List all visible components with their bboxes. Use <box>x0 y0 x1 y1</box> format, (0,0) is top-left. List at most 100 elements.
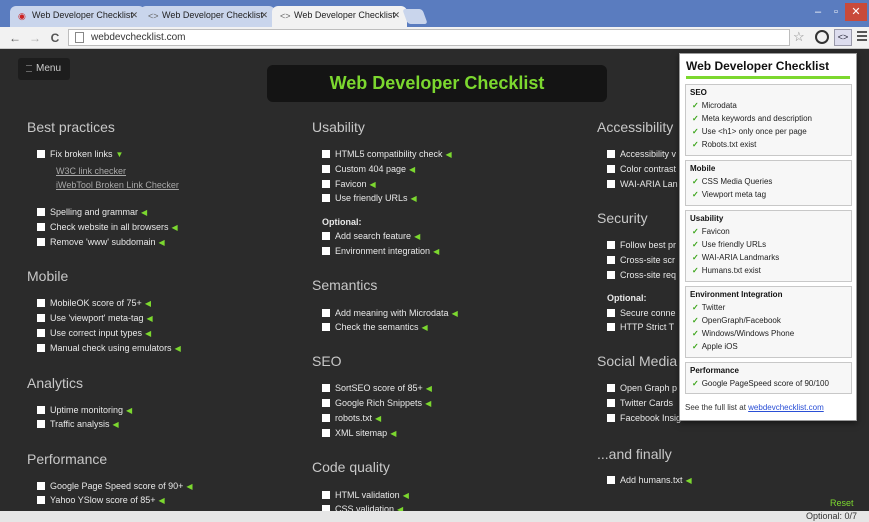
checklist-item[interactable]: Follow best pr <box>607 239 676 251</box>
checklist-item[interactable]: Accessibility v <box>607 148 676 160</box>
checklist-item[interactable]: Google Rich Snippets ◀ <box>322 397 431 409</box>
close-window-button[interactable]: ✕ <box>845 3 867 21</box>
resource-link[interactable]: W3C link checker <box>56 166 126 176</box>
popup-footer-text: See the full list at <box>685 403 746 412</box>
expand-arrow-icon[interactable]: ◀ <box>370 180 376 189</box>
expand-arrow-icon[interactable]: ◀ <box>452 309 458 318</box>
checklist-item[interactable]: Twitter Cards <box>607 397 673 409</box>
checklist-item[interactable]: Traffic analysis ◀ <box>37 418 119 430</box>
expand-arrow-icon[interactable]: ◀ <box>403 491 409 500</box>
menu-button[interactable]: Menu <box>18 58 70 80</box>
checklist-item-optional[interactable]: HTTP Strict T <box>607 321 674 333</box>
checklist-item[interactable]: Favicon ◀ <box>322 178 376 190</box>
expand-arrow-icon[interactable]: ◀ <box>141 208 147 217</box>
checkmark-icon: ✓ <box>692 114 699 123</box>
checklist-item[interactable]: Color contrast <box>607 163 676 175</box>
browser-tab[interactable]: <> Web Developer Checklist ✕ <box>140 6 275 27</box>
address-bar[interactable]: webdevchecklist.com <box>68 29 790 46</box>
expand-arrow-icon[interactable]: ◀ <box>186 482 192 491</box>
checklist-item[interactable]: HTML validation ◀ <box>322 489 409 501</box>
minimize-button[interactable]: – <box>810 3 826 21</box>
maximize-button[interactable]: ▫ <box>828 3 844 21</box>
resource-link[interactable]: iWebTool Broken Link Checker <box>56 180 179 190</box>
checklist-item[interactable]: XML sitemap ◀ <box>322 427 396 439</box>
checklist-item[interactable]: Spelling and grammar ◀ <box>37 206 147 218</box>
bookmark-star-icon[interactable]: ☆ <box>793 29 805 45</box>
popup-title: Web Developer Checklist <box>686 59 830 73</box>
expand-arrow-icon[interactable]: ◀ <box>175 344 181 353</box>
expand-arrow-icon[interactable]: ◀ <box>411 194 417 203</box>
tab-title: Web Developer Checklist <box>294 10 395 20</box>
reload-icon[interactable]: C <box>48 30 62 46</box>
checklist-item[interactable]: MobileOK score of 75+ ◀ <box>37 297 151 309</box>
checklist-item[interactable]: Manual check using emulators ◀ <box>37 342 181 354</box>
tab-close-icon[interactable]: ✕ <box>260 10 268 21</box>
checklist-item[interactable]: Yahoo YSlow score of 85+ ◀ <box>37 494 165 506</box>
checklist-item[interactable]: Uptime monitoring ◀ <box>37 404 132 416</box>
expand-arrow-icon[interactable]: ◀ <box>414 232 420 241</box>
expand-arrow-icon[interactable]: ◀ <box>390 429 396 438</box>
expand-arrow-icon[interactable]: ◀ <box>433 247 439 256</box>
checklist-extension-icon[interactable]: <> <box>834 29 852 46</box>
new-tab-button[interactable] <box>402 9 428 24</box>
checklist-item-optional[interactable]: Environment integration ◀ <box>322 245 439 257</box>
expand-arrow-icon[interactable]: ◀ <box>158 238 164 247</box>
browser-menu-icon[interactable] <box>857 31 867 43</box>
tab-close-icon[interactable]: ✕ <box>130 10 138 21</box>
browser-toolbar: ← → C webdevchecklist.com ☆ <> <box>0 27 869 49</box>
expand-arrow-icon[interactable]: ◀ <box>686 476 692 485</box>
checklist-item[interactable]: Check website in all browsers ◀ <box>37 221 178 233</box>
reset-link[interactable]: Reset <box>830 498 854 508</box>
checklist-item[interactable]: Google Page Speed score of 90+ ◀ <box>37 480 193 492</box>
popup-footer-link[interactable]: webdevchecklist.com <box>748 403 824 412</box>
checklist-item[interactable]: Use correct input types ◀ <box>37 327 151 339</box>
hamburger-icon <box>26 64 32 72</box>
popup-check-item: ✓ OpenGraph/Facebook <box>692 316 781 325</box>
browser-tab-active[interactable]: <> Web Developer Checklist ✕ <box>272 6 407 27</box>
expand-arrow-icon[interactable]: ◀ <box>159 496 165 505</box>
expand-arrow-icon[interactable]: ◀ <box>113 420 119 429</box>
expand-arrow-icon[interactable]: ◀ <box>145 299 151 308</box>
extension-icon[interactable] <box>815 30 829 44</box>
checklist-item[interactable]: Cross-site req <box>607 269 676 281</box>
expand-arrow-icon[interactable]: ◀ <box>446 150 452 159</box>
checklist-item-optional[interactable]: Secure conne <box>607 307 676 319</box>
back-arrow-icon[interactable]: ← <box>8 30 22 46</box>
expand-arrow-icon[interactable]: ◀ <box>375 414 381 423</box>
checklist-item[interactable]: Cross-site scr <box>607 254 675 266</box>
expand-arrow-icon[interactable]: ◀ <box>409 165 415 174</box>
tab-close-icon[interactable]: ✕ <box>392 10 400 21</box>
checklist-item[interactable]: Fix broken links ▼ <box>37 148 123 160</box>
checklist-item-optional[interactable]: Add search feature ◀ <box>322 230 420 242</box>
expand-arrow-icon[interactable]: ◀ <box>422 323 428 332</box>
expand-arrow-icon[interactable]: ◀ <box>146 314 152 323</box>
popup-check-item: ✓ Favicon <box>692 227 730 236</box>
expand-arrow-icon[interactable]: ◀ <box>126 406 132 415</box>
browser-tab[interactable]: ◉ Web Developer Checklist ✕ <box>10 6 145 27</box>
expand-arrow-icon[interactable]: ▼ <box>116 150 124 159</box>
section-heading: Security <box>597 210 648 226</box>
checkmark-icon: ✓ <box>692 266 699 275</box>
expand-arrow-icon[interactable]: ◀ <box>425 399 431 408</box>
section-heading: SEO <box>312 353 342 369</box>
forward-arrow-icon[interactable]: → <box>28 30 42 46</box>
checklist-item[interactable]: HTML5 compatibility check ◀ <box>322 148 452 160</box>
checklist-item[interactable]: Custom 404 page ◀ <box>322 163 415 175</box>
checklist-item[interactable]: robots.txt ◀ <box>322 412 381 424</box>
checklist-item[interactable]: WAI-ARIA Lan <box>607 178 678 190</box>
expand-arrow-icon[interactable]: ◀ <box>172 223 178 232</box>
checklist-item[interactable]: Check the semantics ◀ <box>322 321 428 333</box>
checklist-item[interactable]: SortSEO score of 85+ ◀ <box>322 382 432 394</box>
checkmark-icon: ✓ <box>692 177 699 186</box>
expand-arrow-icon[interactable]: ◀ <box>145 329 151 338</box>
checklist-item[interactable]: Use 'viewport' meta-tag ◀ <box>37 312 153 324</box>
checklist-item[interactable]: Add humans.txt ◀ <box>607 474 692 486</box>
checklist-item[interactable]: Remove 'www' subdomain ◀ <box>37 236 165 248</box>
checklist-item[interactable]: Add meaning with Microdata ◀ <box>322 307 458 319</box>
checklist-item[interactable]: Open Graph p <box>607 382 677 394</box>
checklist-item[interactable]: Facebook Insigh <box>607 412 686 424</box>
expand-arrow-icon[interactable]: ◀ <box>426 384 432 393</box>
checklist-item[interactable]: Use friendly URLs ◀ <box>322 192 417 204</box>
checkmark-icon: ✓ <box>692 253 699 262</box>
section-heading: Usability <box>312 119 365 135</box>
